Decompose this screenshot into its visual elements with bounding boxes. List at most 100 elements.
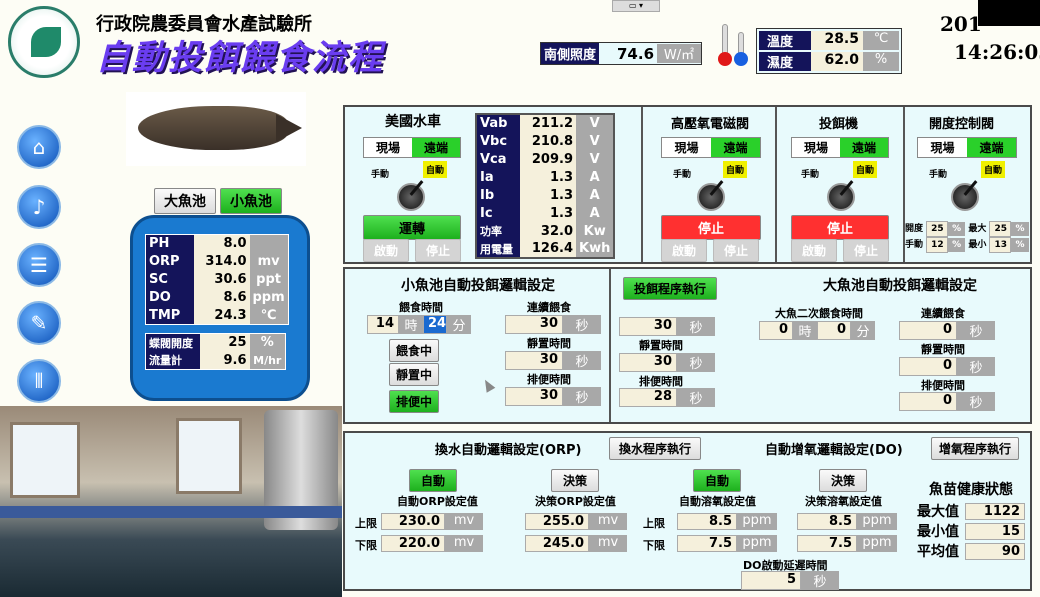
big-minute-value[interactable]: 0	[817, 321, 851, 340]
feed-minute-value[interactable]: 24	[423, 315, 447, 334]
feeder-local[interactable]: 現場	[792, 138, 840, 157]
do-logic-title: 自動增氧邏輯設定(DO)	[765, 443, 903, 458]
feed-prog-value-3[interactable]: 28	[619, 388, 677, 407]
rest-time-value[interactable]: 30	[505, 351, 563, 370]
opening-selector-knob[interactable]	[951, 183, 979, 211]
temp-unit: ℃	[863, 31, 899, 50]
orp-decide-lower-unit: mv	[589, 535, 627, 552]
waterwheel-remote[interactable]: 遠端	[412, 138, 460, 157]
electric-row: Ia 1.3 A	[476, 168, 615, 186]
resting-status-button[interactable]: 靜置中	[389, 363, 439, 386]
do-decide-button[interactable]: 決策	[819, 469, 867, 492]
grouper-fish-image	[126, 92, 306, 166]
health-avg-row: 平均值 90	[917, 541, 1025, 561]
feeder-status: 停止	[791, 215, 889, 240]
electric-row: Ic 1.3 A	[476, 204, 615, 222]
oxyvalve-local[interactable]: 現場	[662, 138, 711, 157]
feed-prog-value-2[interactable]: 30	[619, 353, 677, 372]
waterwheel-selector-knob[interactable]	[397, 183, 425, 211]
opening-max-value: 25	[989, 221, 1012, 237]
feeder-start-button[interactable]: 啟動	[791, 239, 837, 262]
health-max-label: 最大值	[917, 504, 959, 520]
do-lower-value[interactable]: 7.5	[677, 535, 737, 552]
home-icon[interactable]: ⌂	[17, 125, 61, 169]
feeder-stop-button[interactable]: 停止	[843, 239, 889, 262]
big-drain-time-value[interactable]: 0	[899, 392, 957, 411]
oxyvalve-stop-button[interactable]: 停止	[713, 239, 759, 262]
waterwheel-stop-button[interactable]: 停止	[415, 239, 461, 262]
opening-manual-v-label: 手動	[905, 240, 924, 250]
thermometer-icon	[718, 24, 752, 68]
feeder-mode-selector[interactable]: 現場 遠端	[791, 137, 889, 158]
feeding-status-button[interactable]: 餵食中	[389, 339, 439, 362]
oxygen-run-button[interactable]: 增氧程序執行	[931, 437, 1019, 460]
drain-time-label: 排便時間	[527, 373, 571, 386]
settings-tools-icon[interactable]: ✎	[17, 301, 61, 345]
orp-upper-value[interactable]: 230.0	[381, 513, 445, 530]
orp-decide-lower-value[interactable]: 245.0	[525, 535, 589, 552]
opening-min-value: 13	[989, 237, 1012, 253]
do-auto-button[interactable]: 自動	[693, 469, 741, 492]
oxyvalve-start-button[interactable]: 啟動	[661, 239, 707, 262]
waterwheel-local[interactable]: 現場	[364, 138, 412, 157]
orp-auto-button[interactable]: 自動	[409, 469, 457, 492]
feeder-title: 投餌機	[819, 117, 859, 132]
orp-decide-button[interactable]: 決策	[551, 469, 599, 492]
corner-overlay	[978, 0, 1040, 26]
big-hour-unit: 時	[793, 321, 817, 340]
draining-status-button[interactable]: 排便中	[389, 390, 439, 413]
small-pond-tab[interactable]: 小魚池	[220, 188, 282, 214]
big-rest-time-value[interactable]: 0	[899, 357, 957, 376]
alarm-bell-icon[interactable]: ♪	[17, 185, 61, 229]
valve-label: 蝶閥開度	[145, 333, 200, 352]
waterwheel-start-button[interactable]: 啟動	[363, 239, 409, 262]
oxyvalve-mode-selector[interactable]: 現場 遠端	[661, 137, 761, 158]
feeder-remote[interactable]: 遠端	[840, 138, 888, 157]
cont-feed-value[interactable]: 30	[505, 315, 563, 334]
flow-value: 9.6	[199, 351, 250, 370]
do-upper-unit: ppm	[737, 513, 777, 530]
sunlight-value: 74.6	[617, 44, 655, 63]
oxyvalve-remote[interactable]: 遠端	[711, 138, 760, 157]
sensor-table: PH 8.0 ORP 314.0 mv SC 30.6 ppt DO 8.6 ppm TMP 2…	[145, 234, 289, 325]
sensor-row: TMP 24.3 ℃	[145, 306, 289, 325]
opening-min-label: 最小	[968, 240, 987, 250]
water-change-run-button[interactable]: 換水程序執行	[609, 437, 701, 460]
orp-lower-label: 下限	[355, 539, 377, 552]
do-decide-upper-value[interactable]: 8.5	[797, 513, 857, 530]
big-hour-value[interactable]: 0	[759, 321, 793, 340]
orp-lower-value[interactable]: 220.0	[381, 535, 445, 552]
report-icon[interactable]: ☰	[17, 243, 61, 287]
waterwheel-status: 運轉	[363, 215, 461, 240]
feed-hour-value[interactable]: 14	[367, 315, 399, 334]
opening-mode-selector[interactable]: 現場 遠端	[917, 137, 1017, 158]
humidity-label: 濕度	[759, 52, 811, 71]
feeder-selector-knob[interactable]	[827, 183, 855, 211]
orp-decide-upper-value[interactable]: 255.0	[525, 513, 589, 530]
do-lower-unit: ppm	[737, 535, 777, 552]
big-pond-tab[interactable]: 大魚池	[154, 188, 216, 214]
opening-title: 開度控制閥	[929, 117, 995, 132]
do-delay-value[interactable]: 5	[741, 571, 801, 590]
health-avg-value: 90	[965, 542, 1025, 560]
window-tab-control[interactable]: ▭ ▾	[612, 0, 660, 12]
big-second-feed-label: 大魚二次餵食時間	[775, 307, 863, 320]
electric-table: Vab 211.2 V Vbc 210.8 V Vca 209.9 V Ia 1.3 A Ib 1…	[475, 113, 616, 259]
trend-chart-icon[interactable]: ⫴	[17, 359, 61, 403]
orp-logic-title: 換水自動邏輯設定(ORP)	[435, 443, 582, 458]
do-decide-lower-unit: ppm	[857, 535, 897, 552]
waterwheel-mode-selector[interactable]: 現場 遠端	[363, 137, 461, 158]
feed-prog-value-1[interactable]: 30	[619, 317, 677, 336]
opening-local[interactable]: 現場	[918, 138, 967, 157]
big-cont-feed-value[interactable]: 0	[899, 321, 957, 340]
oxyvalve-selector-knob[interactable]	[697, 183, 725, 211]
health-min-label: 最小值	[917, 524, 959, 540]
temp-label: 溫度	[759, 31, 811, 50]
do-upper-value[interactable]: 8.5	[677, 513, 737, 530]
drain-time-value[interactable]: 30	[505, 387, 563, 406]
opening-remote[interactable]: 遠端	[967, 138, 1016, 157]
opening-open-unit: %	[948, 222, 966, 236]
do-decide-lower-value[interactable]: 7.5	[797, 535, 857, 552]
feed-hour-unit: 時	[399, 315, 423, 334]
feed-program-run-button[interactable]: 投餌程序執行	[623, 277, 717, 300]
